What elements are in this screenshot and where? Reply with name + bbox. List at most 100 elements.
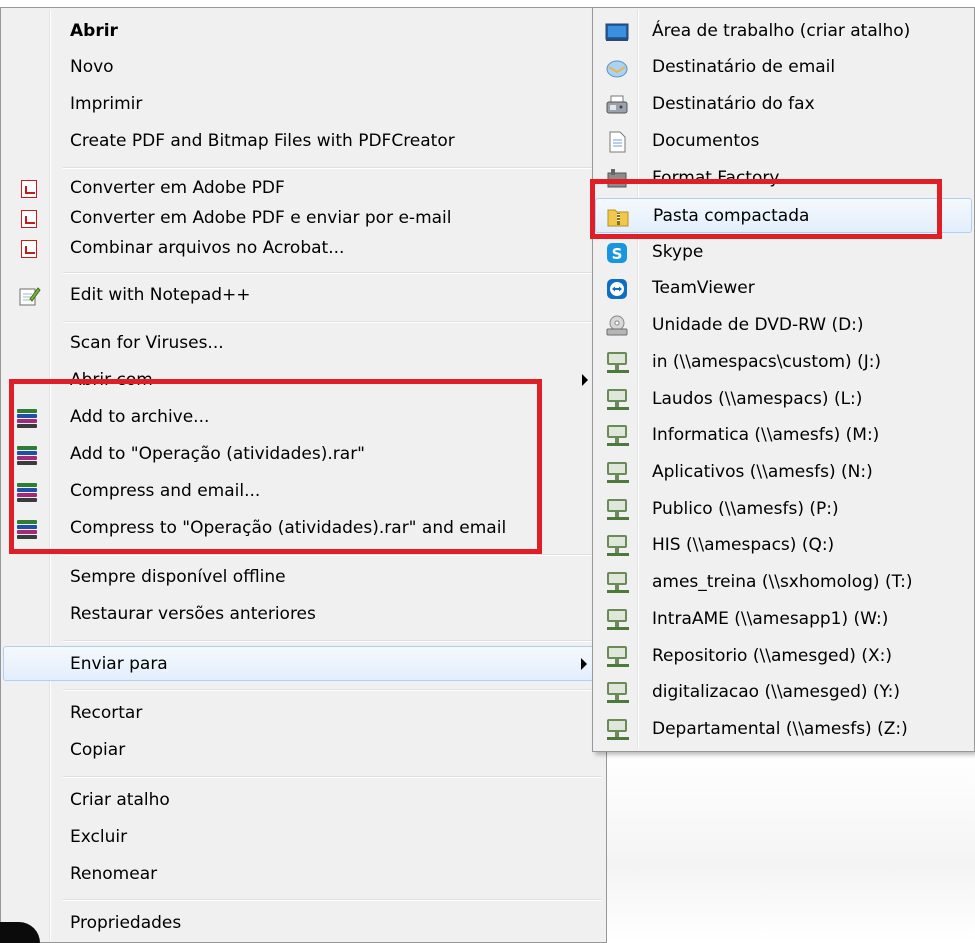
menu-item-label: Área de trabalho (criar atalho)	[652, 21, 911, 41]
network-drive-icon	[605, 571, 629, 595]
documents-icon	[605, 130, 629, 154]
menu-item-send-to[interactable]: Enviar para	[3, 646, 604, 681]
send-to-documents[interactable]: Documentos	[595, 124, 972, 159]
send-to-mail-recipient[interactable]: Destinatário de email	[595, 50, 972, 85]
send-to-dvd-drive[interactable]: Unidade de DVD-RW (D:)	[595, 308, 972, 343]
submenu-arrow-icon	[581, 658, 587, 670]
send-to-network-drive-t[interactable]: ames_treina (\\sxhomolog) (T:)	[595, 565, 972, 600]
network-drive-icon	[605, 498, 629, 522]
menu-item-label: Skype	[652, 242, 704, 262]
menu-separator	[63, 554, 602, 556]
menu-separator	[63, 272, 602, 274]
network-drive-icon	[605, 608, 629, 632]
menu-separator	[63, 167, 602, 169]
send-to-teamviewer[interactable]: TeamViewer	[595, 271, 972, 306]
menu-item-label: in (\\amespacs\custom) (J:)	[652, 352, 882, 372]
winrar-annotation-box	[9, 379, 542, 554]
menu-item-label: Converter em Adobe PDF	[70, 178, 285, 198]
menu-item-create-shortcut[interactable]: Criar atalho	[3, 783, 604, 818]
menu-separator	[63, 640, 602, 642]
desktop-icon	[605, 20, 629, 44]
menu-item-label: Destinatário do fax	[652, 94, 815, 114]
menu-item-pdfcreator[interactable]: Create PDF and Bitmap Files with PDFCrea…	[3, 124, 604, 159]
menu-item-open[interactable]: Abrir	[3, 14, 604, 49]
menu-item-copy[interactable]: Copiar	[3, 733, 604, 768]
menu-item-label: ames_treina (\\sxhomolog) (T:)	[652, 572, 913, 592]
menu-separator	[63, 689, 602, 691]
menu-item-label: Combinar arquivos no Acrobat...	[70, 238, 345, 258]
menu-separator	[63, 899, 602, 901]
send-to-network-drive-q[interactable]: HIS (\\amespacs) (Q:)	[595, 528, 972, 563]
menu-item-label: Departamental (\\amesfs) (Z:)	[652, 719, 908, 739]
menu-item-label: Converter em Adobe PDF e enviar por e-ma…	[70, 208, 452, 228]
mail-icon	[605, 56, 629, 80]
pdf-mail-icon	[21, 210, 37, 228]
menu-item-label: Edit with Notepad++	[70, 285, 251, 305]
menu-item-scan-viruses[interactable]: Scan for Viruses...	[3, 326, 604, 361]
send-to-desktop[interactable]: Área de trabalho (criar atalho)	[595, 14, 972, 49]
menu-item-label: Copiar	[70, 740, 126, 760]
submenu-arrow-icon	[582, 374, 588, 386]
skype-icon: S	[605, 241, 629, 265]
menu-item-label: Propriedades	[70, 913, 182, 933]
send-to-network-drive-j[interactable]: in (\\amespacs\custom) (J:)	[595, 345, 972, 380]
menu-item-label: Criar atalho	[70, 790, 170, 810]
menu-item-always-offline[interactable]: Sempre disponível offline	[3, 560, 604, 595]
send-to-network-drive-w[interactable]: IntraAME (\\amesapp1) (W:)	[595, 602, 972, 637]
menu-item-label: Publico (\\amesfs) (P:)	[652, 499, 839, 519]
menu-item-label: IntraAME (\\amesapp1) (W:)	[652, 609, 889, 629]
menu-item-restore-versions[interactable]: Restaurar versões anteriores	[3, 597, 604, 632]
menu-item-label: Laudos (\\amespacs) (L:)	[652, 389, 863, 409]
menu-item-notepadpp[interactable]: Edit with Notepad++	[3, 278, 604, 313]
menu-item-label: Repositorio (\\amesged) (X:)	[652, 646, 892, 666]
network-drive-icon	[605, 534, 629, 558]
menu-item-new[interactable]: Novo	[3, 50, 604, 85]
menu-item-combine-acrobat[interactable]: Combinar arquivos no Acrobat...	[3, 231, 604, 266]
send-to-fax-recipient[interactable]: Destinatário do fax	[595, 87, 972, 122]
menu-item-label: Documentos	[652, 131, 760, 151]
send-to-skype[interactable]: S Skype	[595, 235, 972, 270]
dvd-drive-icon	[605, 314, 629, 338]
menu-item-label: Excluir	[70, 827, 128, 847]
menu-item-label: Unidade de DVD-RW (D:)	[652, 315, 864, 335]
desktop-background	[600, 752, 975, 943]
menu-item-label: Destinatário de email	[652, 57, 836, 77]
menu-item-properties[interactable]: Propriedades	[3, 906, 604, 941]
menu-item-label: Sempre disponível offline	[70, 567, 286, 587]
menu-item-label: Restaurar versões anteriores	[70, 604, 316, 624]
network-drive-icon	[605, 351, 629, 375]
menu-separator	[63, 321, 602, 323]
send-to-network-drive-n[interactable]: Aplicativos (\\amesfs) (N:)	[595, 455, 972, 490]
menu-item-label: Enviar para	[70, 654, 168, 674]
network-drive-icon	[605, 681, 629, 705]
send-to-network-drive-z[interactable]: Departamental (\\amesfs) (Z:)	[595, 712, 972, 747]
network-drive-icon	[605, 645, 629, 669]
menu-item-delete[interactable]: Excluir	[3, 820, 604, 855]
send-to-network-drive-m[interactable]: Informatica (\\amesfs) (M:)	[595, 418, 972, 453]
menu-item-label: Abrir	[70, 21, 118, 41]
compressed-folder-annotation-box	[590, 179, 942, 239]
menu-separator	[63, 776, 602, 778]
notepad-icon	[17, 284, 41, 308]
menu-item-label: digitalizacao (\\amesged) (Y:)	[652, 682, 901, 702]
network-drive-icon	[605, 718, 629, 742]
send-to-network-drive-x[interactable]: Repositorio (\\amesged) (X:)	[595, 639, 972, 674]
network-drive-icon	[605, 424, 629, 448]
send-to-network-drive-y[interactable]: digitalizacao (\\amesged) (Y:)	[595, 675, 972, 710]
menu-item-print[interactable]: Imprimir	[3, 87, 604, 122]
menu-item-rename[interactable]: Renomear	[3, 857, 604, 892]
menu-item-label: HIS (\\amespacs) (Q:)	[652, 535, 835, 555]
menu-item-label: Renomear	[70, 864, 158, 884]
menu-item-label: TeamViewer	[652, 278, 755, 298]
menu-item-cut[interactable]: Recortar	[3, 696, 604, 731]
fax-icon	[605, 93, 629, 117]
acrobat-combine-icon	[21, 240, 37, 258]
svg-text:S: S	[612, 245, 623, 263]
menu-item-label: Novo	[70, 57, 114, 77]
send-to-submenu: Área de trabalho (criar atalho) Destinat…	[592, 7, 975, 752]
menu-item-label: Scan for Viruses...	[70, 333, 224, 353]
send-to-network-drive-p[interactable]: Publico (\\amesfs) (P:)	[595, 492, 972, 527]
send-to-network-drive-l[interactable]: Laudos (\\amespacs) (L:)	[595, 382, 972, 417]
menu-item-label: Informatica (\\amesfs) (M:)	[652, 425, 880, 445]
menu-item-label: Create PDF and Bitmap Files with PDFCrea…	[70, 131, 455, 151]
